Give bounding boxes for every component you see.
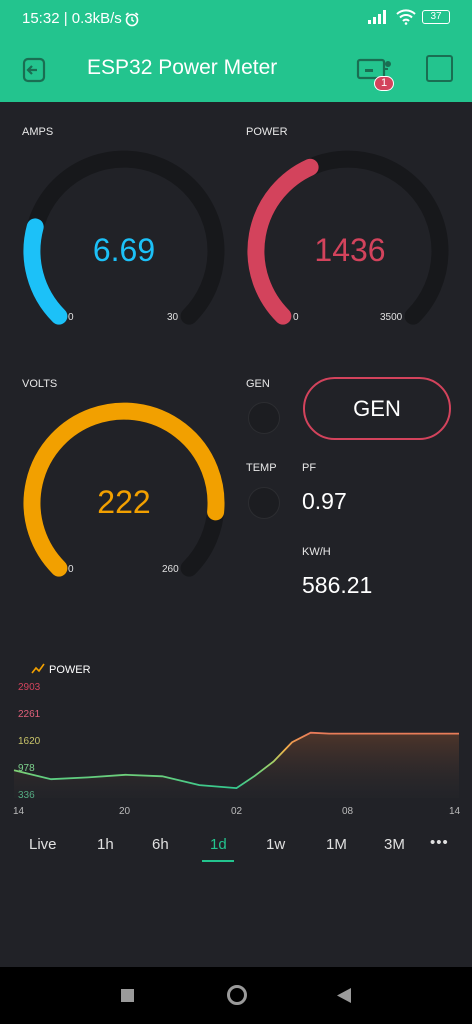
gen-led-label: GEN [246, 378, 270, 390]
kwh-value: 586.21 [302, 572, 373, 598]
range-6h[interactable]: 6h [152, 836, 169, 853]
amps-label: AMPS [22, 126, 54, 138]
temp-led [248, 487, 280, 519]
range-1h[interactable]: 1h [97, 836, 114, 853]
volts-value: 222 [97, 484, 151, 520]
range-1d[interactable]: 1d [210, 836, 227, 853]
amps-max: 30 [167, 312, 179, 323]
range-1m[interactable]: 1M [326, 836, 347, 853]
active-range-indicator [202, 860, 234, 862]
more-options-button[interactable]: ••• [430, 834, 449, 851]
x-tick-4: 14 [449, 806, 461, 817]
range-1w[interactable]: 1w [266, 836, 285, 853]
x-tick-1: 20 [119, 806, 131, 817]
volts-label: VOLTS [22, 378, 58, 390]
pf-label: PF [302, 462, 317, 474]
gen-led [248, 402, 280, 434]
chart-title: POWER [49, 664, 91, 676]
gauges-svg [23, 150, 449, 577]
power-min: 0 [293, 312, 299, 323]
gen-button[interactable]: GEN [303, 377, 451, 440]
gauge-fill [23, 218, 68, 325]
power-value: 1436 [314, 232, 386, 268]
x-tick-2: 02 [231, 806, 243, 817]
x-tick-3: 08 [342, 806, 354, 817]
kwh-label: KW/H [302, 546, 331, 558]
power-label: POWER [246, 126, 288, 138]
recents-icon[interactable] [121, 989, 134, 1002]
x-tick-0: 14 [13, 806, 25, 817]
range-3m[interactable]: 3M [384, 836, 405, 853]
pf-value: 0.97 [302, 488, 347, 514]
amps-value: 6.69 [92, 232, 156, 268]
home-icon[interactable] [227, 985, 247, 1005]
chart-legend-icon [31, 663, 45, 674]
volts-min: 0 [68, 564, 74, 575]
range-live[interactable]: Live [29, 836, 57, 853]
amps-min: 0 [68, 312, 74, 323]
back-icon[interactable] [336, 987, 352, 1004]
power-chart[interactable] [0, 690, 472, 800]
volts-max: 260 [162, 564, 179, 575]
temp-led-label: TEMP [246, 462, 277, 474]
system-nav-bar [0, 967, 472, 1024]
power-max: 3500 [380, 312, 403, 323]
